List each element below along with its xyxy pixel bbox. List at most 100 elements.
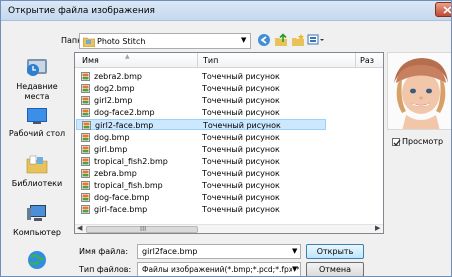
- bitmap-file-icon: [81, 205, 90, 215]
- scrollbar-thumb[interactable]: III: [86, 225, 198, 233]
- file-row[interactable]: girl2.bmp Точечный рисунок: [76, 95, 326, 106]
- place-recent[interactable]: Недавние места: [4, 56, 70, 102]
- scrollbar-grip: III: [140, 225, 147, 233]
- place-libraries[interactable]: Библиотеки: [4, 153, 70, 189]
- desktop-icon: [27, 108, 47, 124]
- file-row[interactable]: girl-face.bmp Точечный рисунок: [76, 204, 326, 215]
- column-header-type[interactable]: Тип: [203, 56, 218, 65]
- file-list[interactable]: ▲ Имя Тип Раз zebra2.bmp Точечный рисунок…: [74, 52, 384, 234]
- chevron-down-icon[interactable]: ▼: [292, 247, 297, 255]
- column-divider[interactable]: [197, 53, 198, 68]
- file-type: Точечный рисунок: [202, 132, 280, 142]
- computer-icon: [27, 205, 46, 221]
- open-image-dialog: Открытие файла изображения Папка: Photo …: [0, 0, 452, 277]
- file-type: Точечный рисунок: [202, 96, 280, 106]
- bitmap-file-icon: [81, 168, 90, 178]
- place-computer[interactable]: Компьютер: [4, 204, 70, 238]
- folder-value: Photo Stitch: [97, 37, 146, 46]
- recent-places-icon: [27, 59, 47, 76]
- file-type: Точечный рисунок: [202, 205, 280, 215]
- column-header-name[interactable]: Имя: [82, 56, 99, 65]
- new-folder-icon[interactable]: [291, 33, 305, 47]
- bitmap-file-icon: [81, 132, 90, 142]
- sort-up-icon: ▲: [125, 53, 130, 60]
- open-button[interactable]: Открыть: [306, 244, 364, 259]
- preview-girl-face-image: [388, 53, 451, 129]
- title-bar[interactable]: Открытие файла изображения: [1, 1, 451, 21]
- preview-checkbox-row[interactable]: Просмотр: [392, 137, 443, 146]
- file-type: Точечный рисунок: [203, 121, 281, 131]
- bitmap-file-icon: [81, 96, 90, 106]
- column-divider[interactable]: [355, 53, 356, 68]
- file-row[interactable]: dog2.bmp Точечный рисунок: [76, 83, 326, 94]
- file-row[interactable]: tropical_fish2.bmp Точечный рисунок: [76, 156, 326, 167]
- file-type: Точечный рисунок: [202, 108, 280, 118]
- libraries-icon: [26, 155, 48, 174]
- file-row[interactable]: tropical_fish.bmp Точечный рисунок: [76, 180, 326, 191]
- bitmap-file-icon: [81, 84, 90, 94]
- preview-checkbox[interactable]: [392, 137, 401, 146]
- file-type: Точечный рисунок: [202, 156, 280, 166]
- file-name: zebra2.bmp: [94, 72, 142, 81]
- file-name: dog-face.bmp: [94, 193, 150, 202]
- place-desktop[interactable]: Рабочий стол: [4, 107, 70, 139]
- file-name: tropical_fish.bmp: [94, 180, 163, 190]
- file-type: Точечный рисунок: [202, 84, 280, 94]
- filename-label: Имя файла:: [79, 247, 129, 256]
- image-preview: [387, 52, 451, 130]
- file-row[interactable]: dog-face2.bmp Точечный рисунок: [76, 107, 326, 118]
- chevron-down-icon[interactable]: ▼: [241, 36, 246, 44]
- filetype-value: Файлы изображений(*.bmp;*.pcd;*.fpx;*.ti…: [142, 265, 300, 274]
- file-type: Точечный рисунок: [202, 180, 280, 190]
- back-icon[interactable]: [257, 33, 271, 47]
- file-row[interactable]: zebra2.bmp Точечный рисунок: [76, 71, 326, 82]
- scroll-left-arrow-icon[interactable]: ◀: [77, 224, 82, 232]
- file-row[interactable]: girl.bmp Точечный рисунок: [76, 144, 326, 155]
- bitmap-file-icon: [81, 193, 90, 202]
- file-row[interactable]: dog.bmp Точечный рисунок: [76, 132, 326, 143]
- network-globe-icon: [28, 251, 46, 269]
- bitmap-file-icon: [82, 121, 91, 131]
- file-row[interactable]: zebra.bmp Точечный рисунок: [76, 168, 326, 179]
- file-name: girl2-face.bmp: [95, 121, 154, 131]
- place-label: Библиотеки: [11, 179, 63, 188]
- file-name: dog.bmp: [94, 132, 130, 142]
- place-label: Компьютер: [13, 228, 61, 237]
- filetype-select[interactable]: Файлы изображений(*.bmp;*.pcd;*.fpx;*.ti…: [137, 262, 301, 276]
- chevron-down-icon[interactable]: ▼: [292, 265, 298, 273]
- place-label: Рабочий стол: [8, 129, 66, 138]
- filename-input[interactable]: girl2face.bmp ▼: [137, 244, 301, 259]
- file-row[interactable]: dog-face.bmp Точечный рисунок: [76, 192, 326, 203]
- file-name: girl2.bmp: [94, 96, 133, 106]
- view-menu-icon[interactable]: [307, 33, 325, 47]
- horizontal-scrollbar[interactable]: ◀ III ▶: [75, 224, 383, 233]
- folder-combo[interactable]: Photo Stitch ▼: [79, 33, 251, 49]
- bitmap-file-icon: [81, 108, 90, 118]
- window-title: Открытие файла изображения: [8, 6, 155, 16]
- list-header: ▲ Имя Тип Раз: [75, 53, 383, 68]
- bitmap-file-icon: [81, 156, 90, 166]
- checkmark-icon: [393, 139, 401, 146]
- file-type: Точечный рисунок: [202, 193, 280, 202]
- up-folder-icon[interactable]: [274, 33, 288, 47]
- file-name: zebra.bmp: [94, 168, 137, 178]
- preview-label: Просмотр: [402, 137, 444, 146]
- file-row[interactable]: girl2-face.bmp Точечный рисунок: [76, 119, 326, 131]
- close-button[interactable]: [435, 2, 451, 17]
- folder-icon: [83, 37, 95, 47]
- file-type: Точечный рисунок: [202, 168, 280, 178]
- file-type: Точечный рисунок: [202, 72, 280, 81]
- close-icon: [443, 6, 451, 14]
- file-name: dog2.bmp: [94, 84, 135, 94]
- place-label: Недавние места: [16, 82, 58, 101]
- bitmap-file-icon: [81, 180, 90, 190]
- file-name: girl-face.bmp: [94, 205, 148, 215]
- file-name: girl.bmp: [94, 144, 128, 154]
- column-header-size[interactable]: Раз: [360, 56, 374, 65]
- file-type: Точечный рисунок: [202, 144, 280, 154]
- bitmap-file-icon: [81, 144, 90, 154]
- filetype-label: Тип файлов:: [79, 265, 132, 274]
- cancel-button[interactable]: Отмена: [306, 262, 364, 276]
- scroll-right-arrow-icon[interactable]: ▶: [375, 224, 380, 232]
- place-network[interactable]: [4, 249, 70, 275]
